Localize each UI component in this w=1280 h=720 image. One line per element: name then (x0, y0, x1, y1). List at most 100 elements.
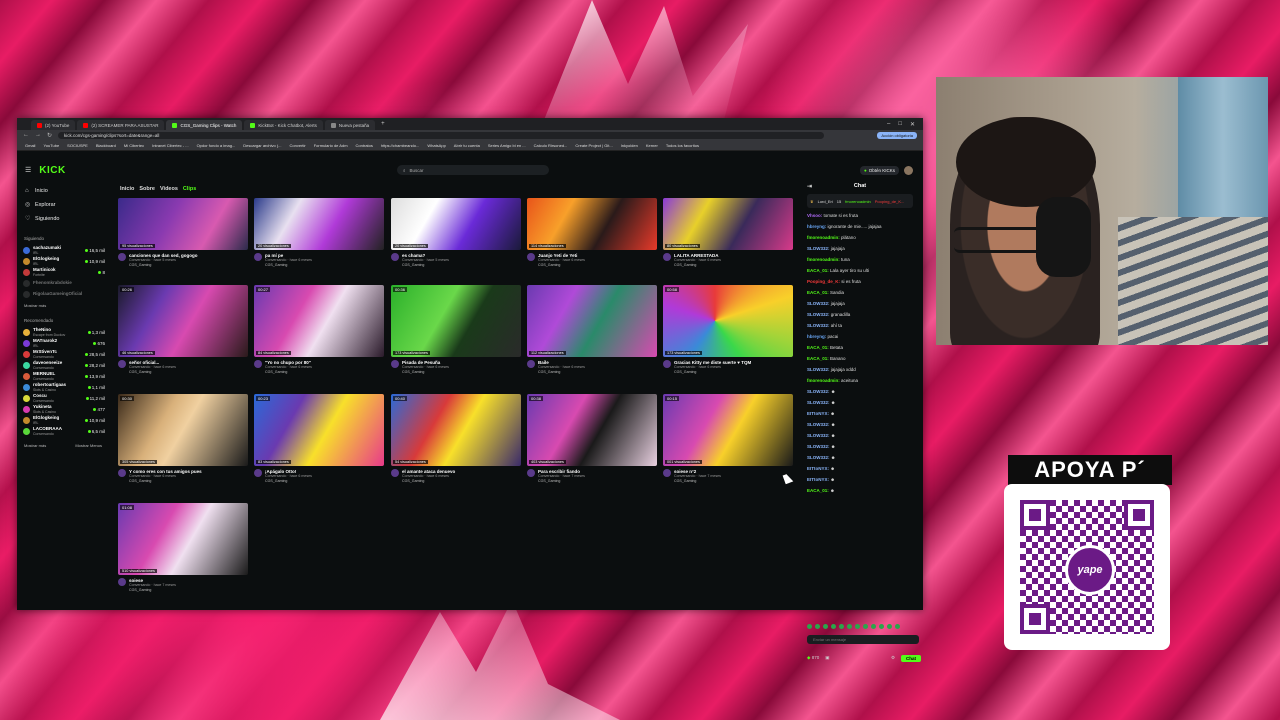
clip-thumbnail[interactable]: 00:58 173 visualizaciones (663, 285, 793, 357)
clip-card[interactable]: 00:30 305 visualizaciones Y como eres con … (118, 394, 248, 484)
clip-channel[interactable]: CGS_Gaming (129, 263, 198, 268)
chat-username[interactable]: SLOW332: (807, 323, 830, 328)
chat-username[interactable]: Pooping_de_K: (807, 279, 840, 284)
clip-thumbnail[interactable]: 114 visualizaciones (527, 198, 657, 250)
clip-channel[interactable]: CGS_Gaming (402, 263, 449, 268)
collapse-chat-icon[interactable]: ⇥ (807, 183, 812, 190)
chat-send-button[interactable]: Chat (901, 654, 921, 662)
chat-username[interactable]: hbreyng: (807, 224, 826, 229)
clip-card[interactable]: 00:40 54 visualizaciones el amante ataca d… (391, 394, 521, 484)
chat-username[interactable]: SLOW332: (807, 433, 830, 438)
clip-channel[interactable]: CGS_Gaming (538, 263, 585, 268)
emote-icon[interactable] (823, 624, 828, 629)
clip-thumbnail[interactable]: 00:27 84 visualizaciones (254, 285, 384, 357)
clip-channel[interactable]: CGS_Gaming (674, 370, 751, 375)
browser-tab[interactable]: CGS_Gaming Clips - Watch (166, 120, 243, 130)
clip-card[interactable]: 80 visualizaciones LALITA ARRESTADA Conver… (663, 198, 793, 268)
bookmark-item[interactable]: YouTube (43, 143, 59, 148)
clip-card[interactable]: 00:38 403 visualizaciones Para escribir fi… (527, 394, 657, 484)
sidebar-nav-item[interactable]: ◎ Explorar (21, 198, 105, 212)
clip-thumbnail[interactable]: 00:40 54 visualizaciones (391, 394, 521, 466)
get-kicks-button[interactable]: ● Obtén KICKs (860, 165, 899, 175)
sidebar-channel[interactable]: Coscu Conversando 11,2 mil (21, 393, 105, 404)
avatar[interactable] (527, 253, 535, 261)
chat-input[interactable]: Enviar un mensaje (807, 635, 919, 644)
settings-icon[interactable]: ⚙ (891, 655, 895, 661)
emote-icon[interactable] (895, 624, 900, 629)
avatar[interactable] (118, 578, 126, 586)
clip-card[interactable]: 01:08 510 visualizaciones soiese Conversand… (118, 503, 248, 593)
bookmark-item[interactable]: Intranet Cibertec - ... (152, 143, 188, 148)
kick-logo[interactable]: KICK (39, 165, 65, 176)
clip-channel[interactable]: CGS_Gaming (265, 263, 312, 268)
chat-username[interactable]: SLOW332: (807, 455, 830, 460)
avatar[interactable] (391, 469, 399, 477)
new-tab-icon[interactable]: + (381, 121, 385, 127)
browser-tab[interactable]: (2) SCREAMER PARA ASUSTAR (77, 120, 165, 130)
emote-icon[interactable] (815, 624, 820, 629)
chat-username[interactable]: Vhsoo: (807, 213, 822, 218)
emote-icon[interactable] (831, 624, 836, 629)
browser-tab[interactable]: (2) YouTube (31, 120, 76, 130)
clip-channel[interactable]: CGS_Gaming (674, 263, 721, 268)
clip-thumbnail[interactable]: 20 visualizaciones (254, 198, 384, 250)
pinned-message[interactable]: ♛ Lord_Eri 15 fmorenoadmin Pooping_de_K.… (807, 194, 913, 208)
clip-thumbnail[interactable]: 00:15 001 visualizaciones (663, 394, 793, 466)
sidebar-nav-item[interactable]: ⌂ Inicio (21, 184, 105, 198)
emote-icon[interactable] (887, 624, 892, 629)
clip-card[interactable]: 20 visualizaciones es chama? Conversando ·… (391, 198, 521, 268)
avatar[interactable] (663, 469, 671, 477)
kicks-balance[interactable]: ◆ 870 (807, 655, 819, 661)
clip-thumbnail[interactable]: 00:26 46 visualizaciones (118, 285, 248, 357)
chat-username[interactable]: SLOW332: (807, 444, 830, 449)
avatar[interactable] (118, 360, 126, 368)
clip-card[interactable]: 112 visualizaciones Baile Conversando · ha… (527, 285, 657, 375)
avatar[interactable] (663, 360, 671, 368)
reload-icon[interactable]: ↻ (47, 132, 52, 139)
search-input[interactable]: ⌕ Buscar (397, 165, 549, 175)
chat-username[interactable]: SLOW332: (807, 422, 830, 427)
bookmark-item[interactable]: Opdor fondo a imag... (197, 143, 236, 148)
chat-username[interactable]: EITtoNYX: (807, 466, 829, 471)
clip-channel[interactable]: CGS_Gaming (402, 479, 455, 484)
bookmark-item[interactable]: Calculo Rirsoned... (534, 143, 568, 148)
sidebar-channel[interactable]: Martinicok Fortnite 8 (21, 267, 105, 278)
chat-username[interactable]: EACA_01: (807, 345, 829, 350)
clip-thumbnail[interactable]: 112 visualizaciones (527, 285, 657, 357)
emote-icon[interactable] (879, 624, 884, 629)
avatar[interactable] (118, 469, 126, 477)
clip-thumbnail[interactable]: 00:30 305 visualizaciones (118, 394, 248, 466)
maximize-icon[interactable]: □ (898, 121, 902, 128)
sidebar-channel[interactable]: robertoartigaas Slots & Casino 1,1 mil (21, 382, 105, 393)
bookmark-item[interactable]: Formulario de Adm (314, 143, 348, 148)
avatar[interactable] (391, 360, 399, 368)
chat-username[interactable]: SLOW332: (807, 367, 830, 372)
sidebar-channel[interactable]: daveoeneeize Conversando 28,2 mil (21, 360, 105, 371)
bookmark-item[interactable]: Blackboard (96, 143, 116, 148)
url-input[interactable]: kick.com/cgs-gaming/clips?sort=date&rang… (58, 131, 825, 139)
menu-icon[interactable]: ☰ (25, 166, 31, 174)
browser-tab[interactable]: KickBot - Kick Chatbot, Alerts (244, 120, 323, 130)
clip-card[interactable]: 00:27 84 visualizaciones "Yo no chupo por … (254, 285, 384, 375)
sidebar-channel[interactable]: Yukineta Slots & Casino 477 (21, 404, 105, 415)
show-less-link[interactable]: Mostrar Menos (75, 443, 102, 448)
bookmark-item[interactable]: Gmail (25, 143, 35, 148)
avatar[interactable] (254, 253, 262, 261)
clip-card[interactable]: 00:36 173 visualizaciones Pisada de Pesuña… (391, 285, 521, 375)
clip-card[interactable]: 00:15 001 visualizaciones soiese n°2 Conver… (663, 394, 793, 484)
chat-username[interactable]: EITtoNYX: (807, 477, 829, 482)
clip-card[interactable]: 00:26 46 visualizaciones señor oficial... C… (118, 285, 248, 375)
clip-thumbnail[interactable]: 95 visualizaciones (118, 198, 248, 250)
tab-clips[interactable]: Clips (183, 186, 196, 192)
emote-icon[interactable] (871, 624, 876, 629)
clip-card[interactable]: 00:23 83 visualizaciones ¡Apágalo Otto! Con… (254, 394, 384, 484)
chat-username[interactable]: hbreyng: (807, 334, 826, 339)
show-more-link[interactable]: Mostrar más (24, 443, 46, 448)
back-icon[interactable]: ← (23, 132, 29, 138)
bookmark-item[interactable]: WhatsApp (427, 143, 445, 148)
emote-icon[interactable] (855, 624, 860, 629)
clip-thumbnail[interactable]: 00:23 83 visualizaciones (254, 394, 384, 466)
chat-username[interactable]: SLOW332: (807, 301, 830, 306)
bookmark-item[interactable]: Todos los favoritos (666, 143, 699, 148)
sidebar-channel[interactable]: Fhenomkrabdokie (21, 278, 105, 289)
